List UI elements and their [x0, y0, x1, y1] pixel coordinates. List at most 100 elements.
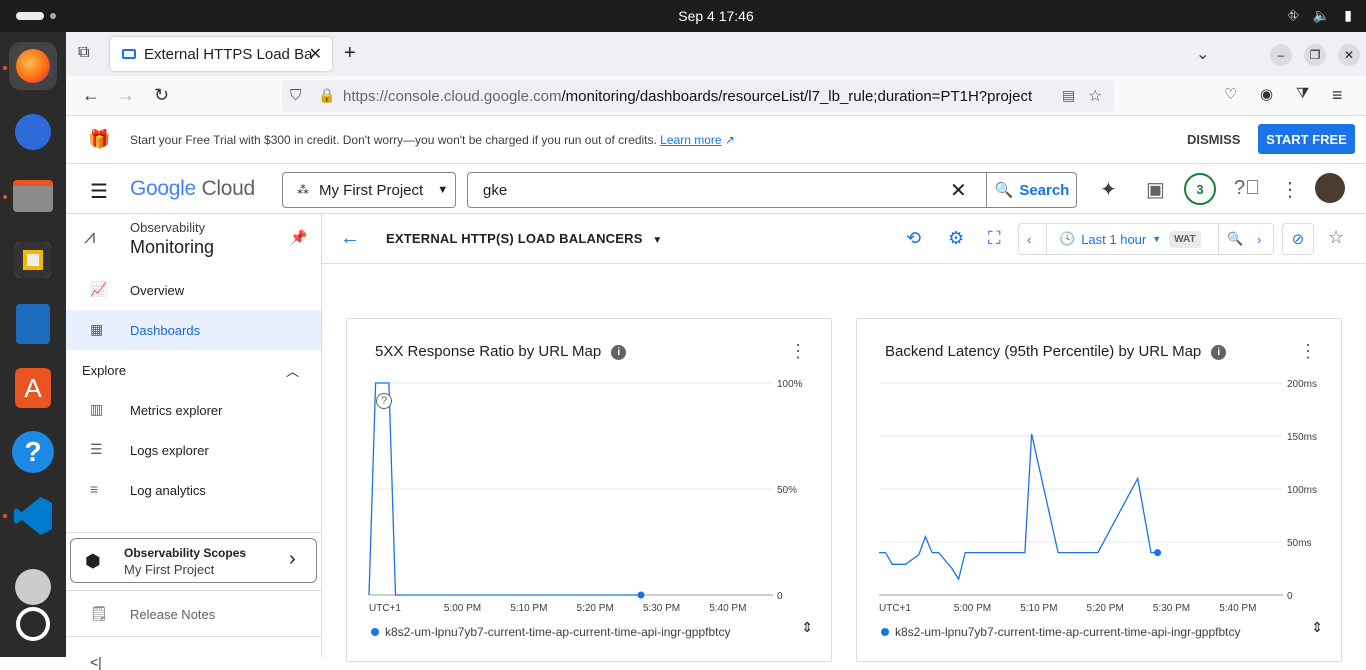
system-tray[interactable]: ⛗ 🔈 ▮: [1288, 7, 1352, 24]
settings-gear-icon[interactable]: ⚙: [948, 228, 964, 249]
menu-icon[interactable]: ≡: [1332, 85, 1343, 106]
reload-icon[interactable]: ↻: [154, 85, 169, 106]
shield-icon[interactable]: ⛉: [290, 87, 301, 104]
sidebar-item-logs-explorer[interactable]: ☰ Logs explorer: [66, 430, 321, 470]
search-input[interactable]: gke ✕ 🔍 Search: [467, 172, 1077, 208]
extensions-icon[interactable]: ⧩: [1296, 85, 1309, 102]
fullscreen-icon[interactable]: ⛶: [988, 228, 1001, 249]
main-menu-icon[interactable]: ☰: [90, 179, 108, 204]
help-circle-icon[interactable]: ?⃝: [1234, 177, 1260, 200]
divider: [66, 532, 321, 533]
auto-refresh-off-icon[interactable]: ⊘: [1282, 223, 1314, 255]
more-vert-icon[interactable]: ⋮: [1280, 177, 1300, 202]
system-top-bar: Sep 4 17:46 ⛗ 🔈 ▮: [0, 0, 1366, 32]
sidebar-item-overview[interactable]: 📈 Overview: [66, 270, 321, 310]
gift-icon: 🎁: [88, 129, 111, 149]
time-range-select[interactable]: 🕓 Last 1 hour ▼ WAT: [1059, 224, 1201, 254]
expand-legend-icon[interactable]: ⇕: [1311, 619, 1323, 636]
dashboard-main: ← EXTERNAL HTTP(S) LOAD BALANCERS ▼ ⟲ ⚙ …: [322, 214, 1366, 662]
dashboard-title[interactable]: EXTERNAL HTTP(S) LOAD BALANCERS ▼: [386, 231, 663, 246]
browser-tab-active[interactable]: External HTTPS Load Balancers ✕: [110, 37, 332, 71]
show-apps-icon[interactable]: [9, 600, 57, 648]
gemini-icon[interactable]: ✦: [1100, 177, 1117, 202]
lock-icon[interactable]: 🔒: [318, 87, 335, 104]
time-zoom-icon[interactable]: 🔍: [1227, 224, 1243, 254]
sidebar-item-label: Log analytics: [130, 482, 206, 498]
time-next-icon[interactable]: ›: [1257, 224, 1261, 254]
sidebar-item-release-notes[interactable]: 🗒 Release Notes: [66, 594, 321, 634]
logo-cloud: Cloud: [201, 177, 255, 200]
new-tab-icon[interactable]: +: [344, 42, 356, 65]
chart-icon: 📈: [90, 281, 108, 297]
pin-icon[interactable]: 📌: [290, 229, 307, 246]
thunderbird-icon[interactable]: [9, 108, 57, 156]
sidebar-section-explore[interactable]: Explore ︿: [66, 350, 321, 390]
chart-legend[interactable]: k8s2-um-lpnu7yb7-current-time-ap-current…: [881, 625, 1240, 639]
chevron-up-icon: ︿: [286, 364, 300, 379]
project-picker[interactable]: ⁂ My First Project ▼: [282, 172, 456, 208]
running-indicator: [3, 195, 7, 199]
x-tick-label: 5:10 PM: [510, 603, 547, 614]
system-clock[interactable]: Sep 4 17:46: [0, 8, 1366, 24]
favorite-star-icon[interactable]: ☆: [1328, 227, 1344, 248]
close-tab-icon[interactable]: ✕: [309, 44, 322, 64]
dismiss-button[interactable]: DISMISS: [1187, 132, 1240, 147]
sidebar-item-metrics-explorer[interactable]: ▥ Metrics explorer: [66, 390, 321, 430]
account-icon[interactable]: ◉: [1260, 85, 1273, 103]
start-free-button[interactable]: START FREE: [1258, 124, 1355, 154]
battery-icon: ▮: [1344, 7, 1352, 23]
app-center-icon[interactable]: A: [9, 364, 57, 412]
release-notes-icon: 🗒: [90, 605, 108, 621]
list-tabs-icon[interactable]: ⌄: [1196, 44, 1209, 64]
y-tick-label: 100%: [777, 379, 803, 390]
sidebar-item-dashboards[interactable]: ▦ Dashboards: [66, 310, 321, 350]
firefox-icon[interactable]: [9, 42, 57, 90]
avatar[interactable]: [1315, 173, 1345, 203]
sidebar-header: ⩘ Observability Monitoring 📌: [66, 214, 322, 262]
maximize-icon[interactable]: ❐: [1304, 44, 1326, 66]
files-icon[interactable]: [9, 172, 57, 220]
running-indicator: [3, 66, 7, 70]
chart-legend[interactable]: k8s2-um-lpnu7yb7-current-time-ap-current…: [371, 625, 730, 639]
help-icon[interactable]: ?: [9, 428, 57, 476]
query-icon: ≡: [90, 481, 99, 497]
vscode-icon[interactable]: [9, 492, 57, 540]
forward-icon[interactable]: →: [117, 85, 135, 106]
back-arrow-icon[interactable]: ←: [340, 227, 360, 250]
close-window-icon[interactable]: ✕: [1338, 44, 1360, 66]
notifications-badge[interactable]: 3: [1184, 173, 1216, 205]
search-query[interactable]: gke: [483, 182, 507, 199]
zoom-reset-icon[interactable]: ⟲: [906, 228, 921, 249]
running-indicator: [3, 514, 7, 518]
unknown-data-icon[interactable]: ?: [376, 393, 392, 409]
observability-scopes-card[interactable]: ⬢ Observability Scopes My First Project …: [70, 538, 317, 583]
search-button[interactable]: 🔍 Search: [986, 173, 1077, 207]
collapse-sidebar-icon[interactable]: <|: [90, 654, 102, 670]
disc-icon[interactable]: [9, 556, 57, 605]
address-bar[interactable]: ⛉ 🔒 https://console.cloud.google.com/mon…: [282, 80, 1114, 112]
url-path: /monitoring/dashboards/resourceList/l7_l…: [561, 88, 1033, 105]
clear-search-icon[interactable]: ✕: [950, 178, 967, 203]
bookmark-star-icon[interactable]: ☆: [1088, 86, 1102, 106]
rhythmbox-icon[interactable]: [9, 236, 57, 284]
chart-5xx-plot[interactable]: 0 50% 100% UTC+1 5:00 PM 5:10 PM 5:20 PM 5:30 P…: [347, 319, 833, 619]
scopes-title: Observability Scopes: [124, 546, 247, 560]
back-icon[interactable]: ←: [82, 85, 100, 106]
console-header: ☰ Google Cloud ⁂ My First Project ▼ gke …: [66, 164, 1366, 214]
libreoffice-impress-icon[interactable]: [9, 300, 57, 348]
sidebar-item-log-analytics[interactable]: ≡ Log analytics: [66, 470, 321, 510]
google-cloud-logo[interactable]: Google Cloud: [130, 177, 255, 201]
url-domain: https://console.cloud.google.com: [343, 88, 562, 105]
sidebar-item-label: Overview: [130, 282, 185, 298]
chart-latency-plot[interactable]: 0 50ms 100ms 150ms 200ms UTC+1 5:00 PM 5:10 PM 5…: [857, 319, 1343, 619]
reader-view-icon[interactable]: ▤: [1062, 87, 1075, 104]
expand-legend-icon[interactable]: ⇕: [801, 619, 813, 636]
url-text[interactable]: https://console.cloud.google.com/monitor…: [343, 88, 1053, 105]
learn-more-link[interactable]: Learn more: [660, 133, 721, 147]
time-prev-icon[interactable]: ‹: [1027, 224, 1031, 254]
tab-overview-icon[interactable]: ⧉: [78, 44, 89, 62]
pocket-icon[interactable]: ♡: [1224, 85, 1237, 103]
divider: [66, 636, 321, 637]
minimize-icon[interactable]: –: [1270, 44, 1292, 66]
cloud-shell-icon[interactable]: ▣: [1146, 177, 1165, 202]
